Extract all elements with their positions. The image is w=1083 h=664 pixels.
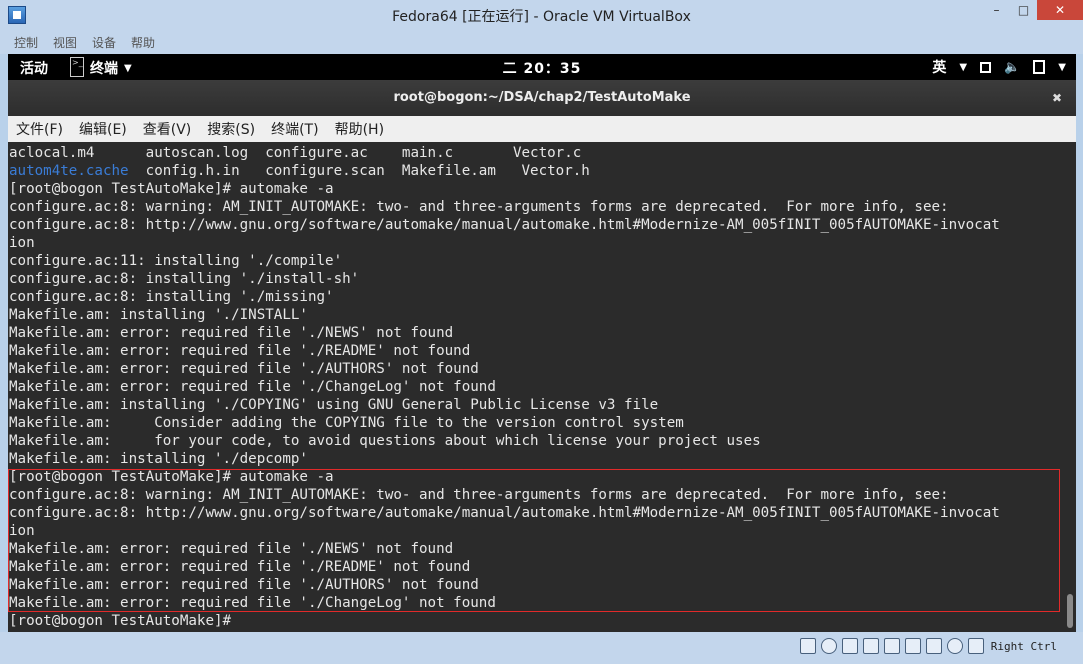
terminal-line: aclocal.m4 autoscan.log configure.ac mai… bbox=[9, 145, 582, 161]
menu-edit[interactable]: 编辑(E) bbox=[79, 119, 127, 139]
terminal-line: configure.ac:11: installing './compile' bbox=[9, 253, 343, 269]
terminal-line: configure.ac:8: http://www.gnu.org/softw… bbox=[9, 217, 1000, 233]
terminal-line: Makefile.am: error: required file './Cha… bbox=[9, 379, 496, 395]
menu-search[interactable]: 搜索(S) bbox=[207, 119, 255, 139]
terminal-line: Makefile.am: installing './COPYING' usin… bbox=[9, 397, 659, 413]
terminal-close-icon[interactable]: ✖ bbox=[1052, 80, 1062, 116]
gnome-top-bar: 活动 >_ 终端 ▼ 二 20：35 英 ▼ 🔈 ▼ bbox=[8, 54, 1076, 80]
window-controls: – □ ✕ bbox=[983, 0, 1083, 20]
terminal-line: Makefile.am: for your code, to avoid que… bbox=[9, 433, 761, 449]
battery-icon[interactable] bbox=[1033, 60, 1046, 74]
vbox-menu-bar: 控制 视图 设备 帮助 bbox=[0, 30, 1083, 54]
terminal-line: Makefile.am: error: required file './REA… bbox=[9, 343, 471, 359]
menu-view[interactable]: 查看(V) bbox=[143, 119, 192, 139]
terminal-line: Makefile.am: error: required file './NEW… bbox=[9, 325, 454, 341]
terminal-line: autom4te.cache config.h.in configure.sca… bbox=[9, 163, 590, 179]
chevron-down-icon[interactable]: ▼ bbox=[1058, 62, 1066, 73]
terminal-line: ion bbox=[9, 235, 35, 251]
terminal-menu-bar: 文件(F) 编辑(E) 查看(V) 搜索(S) 终端(T) 帮助(H) bbox=[8, 116, 1076, 142]
terminal-line: configure.ac:8: warning: AM_INIT_AUTOMAK… bbox=[9, 199, 949, 215]
directory-name: autom4te.cache bbox=[9, 163, 129, 179]
vbox-menu-help[interactable]: 帮助 bbox=[131, 34, 155, 51]
red-highlight-box bbox=[8, 469, 1060, 612]
mouse-integration-icon[interactable] bbox=[946, 638, 963, 654]
menu-help[interactable]: 帮助(H) bbox=[335, 119, 384, 139]
maximize-button[interactable]: □ bbox=[1010, 0, 1037, 20]
vbox-status-bar: Right Ctrl bbox=[0, 632, 1083, 664]
shared-folders-icon[interactable] bbox=[883, 638, 900, 654]
terminal-title: root@bogon:~/DSA/chap2/TestAutoMake bbox=[393, 90, 691, 105]
video-capture-icon[interactable] bbox=[925, 638, 942, 654]
terminal-title-bar: root@bogon:~/DSA/chap2/TestAutoMake ✖ bbox=[8, 80, 1076, 116]
terminal-line: [root@bogon TestAutoMake]# automake -a bbox=[9, 181, 334, 197]
status-icons: Right Ctrl bbox=[799, 638, 1057, 654]
keyboard-capture-icon[interactable] bbox=[967, 638, 984, 654]
host-key-label: Right Ctrl bbox=[990, 639, 1057, 653]
vbox-menu-view[interactable]: 视图 bbox=[53, 34, 77, 51]
terminal-line: configure.ac:8: installing './missing' bbox=[9, 289, 334, 305]
close-button[interactable]: ✕ bbox=[1037, 0, 1083, 20]
terminal-line: Makefile.am: error: required file './AUT… bbox=[9, 361, 479, 377]
system-tray: 英 ▼ 🔈 ▼ bbox=[932, 57, 1066, 77]
input-method-indicator[interactable]: 英 bbox=[932, 57, 946, 77]
menu-terminal[interactable]: 终端(T) bbox=[271, 119, 318, 139]
window-title: Fedora64 [正在运行] - Oracle VM VirtualBox bbox=[392, 9, 691, 25]
guest-display: 活动 >_ 终端 ▼ 二 20：35 英 ▼ 🔈 ▼ root@bogon:~/… bbox=[8, 54, 1076, 632]
optical-drive-icon[interactable] bbox=[820, 638, 837, 654]
display-icon[interactable] bbox=[904, 638, 921, 654]
menu-file[interactable]: 文件(F) bbox=[16, 119, 63, 139]
vbox-menu-control[interactable]: 控制 bbox=[14, 34, 38, 51]
terminal-output[interactable]: aclocal.m4 autoscan.log configure.ac mai… bbox=[8, 142, 1064, 632]
terminal-prompt[interactable]: [root@bogon TestAutoMake]# bbox=[9, 612, 231, 630]
usb-icon[interactable] bbox=[841, 638, 858, 654]
terminal-line: Makefile.am: installing './depcomp' bbox=[9, 451, 308, 467]
hard-disk-icon[interactable] bbox=[799, 638, 816, 654]
vbox-menu-devices[interactable]: 设备 bbox=[92, 34, 116, 51]
network-icon[interactable] bbox=[862, 638, 879, 654]
clock[interactable]: 二 20：35 bbox=[8, 58, 1076, 78]
scrollbar-thumb[interactable] bbox=[1067, 594, 1073, 628]
terminal-line: configure.ac:8: installing './install-sh… bbox=[9, 271, 360, 287]
screen-icon[interactable] bbox=[980, 61, 992, 73]
terminal-line: Makefile.am: Consider adding the COPYING… bbox=[9, 415, 684, 431]
volume-icon[interactable]: 🔈 bbox=[1004, 60, 1020, 75]
vbox-title-bar: Fedora64 [正在运行] - Oracle VM VirtualBox –… bbox=[0, 0, 1083, 30]
minimize-button[interactable]: – bbox=[983, 0, 1010, 20]
terminal-scrollbar[interactable] bbox=[1064, 142, 1076, 632]
terminal-line: Makefile.am: installing './INSTALL' bbox=[9, 307, 308, 323]
chevron-down-icon: ▼ bbox=[959, 61, 968, 73]
